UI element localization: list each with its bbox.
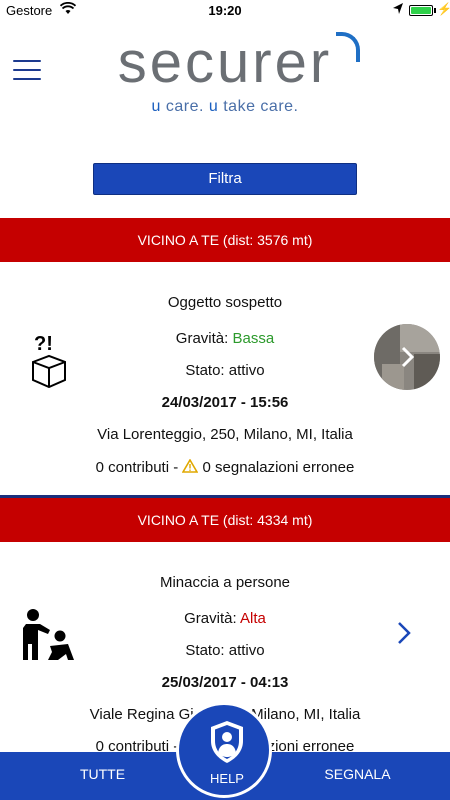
- tab-report[interactable]: SEGNALA: [265, 752, 450, 800]
- battery-icon: [409, 5, 433, 16]
- report-datetime: 24/03/2017 - 15:56: [161, 394, 289, 411]
- severity-value: Alta: [240, 610, 266, 627]
- report-stats: 0 contributi - 0 segnalazioni erronee: [95, 458, 355, 476]
- help-button[interactable]: HELP: [176, 702, 272, 798]
- filter-button[interactable]: Filtra: [93, 163, 357, 195]
- svg-text:?!: ?!: [34, 333, 53, 355]
- report-datetime: 25/03/2017 - 04:13: [161, 674, 289, 691]
- location-arrow-icon: [392, 2, 404, 19]
- report-title: Minaccia a persone: [159, 574, 291, 591]
- help-label: HELP: [210, 771, 244, 786]
- status-bar: Gestore 19:20 ⚡: [0, 0, 450, 22]
- threat-to-people-icon: [22, 608, 76, 667]
- warning-icon: [181, 458, 199, 473]
- report-photo-thumbnail[interactable]: [374, 324, 440, 390]
- report-title: Oggetto sospetto: [167, 294, 283, 311]
- suspicious-package-icon: ?!: [30, 332, 68, 393]
- shield-user-icon: [208, 719, 246, 770]
- logo-wordmark: securer: [117, 30, 333, 95]
- tab-all[interactable]: TUTTE: [0, 752, 205, 800]
- severity-value: Bassa: [232, 330, 275, 347]
- clock: 19:20: [208, 3, 242, 18]
- tagline: u care. u take care.: [151, 98, 299, 115]
- logo-arc-icon: [335, 32, 360, 62]
- app-logo: securer u care. u take care.: [0, 30, 450, 116]
- report-card[interactable]: VICINO A TE (dist: 3576 mt) Oggetto sosp…: [0, 218, 450, 498]
- chevron-right-icon[interactable]: [396, 620, 412, 653]
- report-address: Via Lorenteggio, 250, Milano, MI, Italia: [97, 426, 353, 443]
- distance-header: VICINO A TE (dist: 3576 mt): [0, 218, 450, 262]
- distance-header: VICINO A TE (dist: 4334 mt): [0, 498, 450, 542]
- charging-icon: ⚡: [437, 2, 450, 16]
